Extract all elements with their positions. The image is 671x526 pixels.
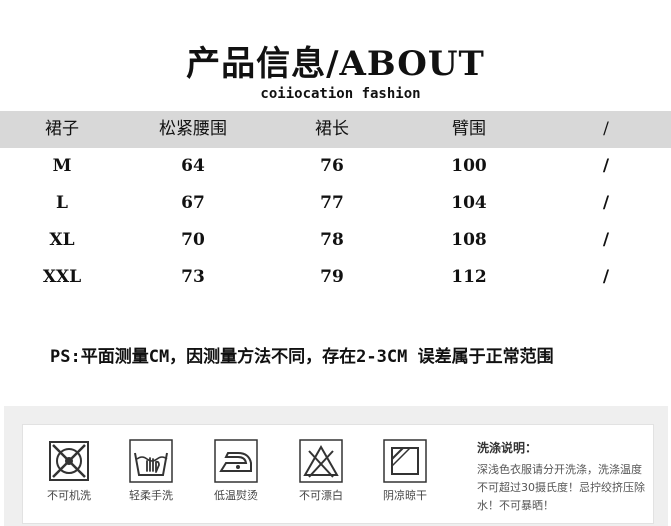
page-subtitle: coiiocation fashion <box>260 86 421 102</box>
table-cell: 104 <box>451 193 487 213</box>
header-cell: 松紧腰围 <box>159 119 227 139</box>
table-header-row: 裙子 松紧腰围 裙长 臂围 / <box>0 111 671 148</box>
care-item-no-machine-wash: 不可机洗 <box>37 439 101 503</box>
table-cell: 70 <box>181 230 205 250</box>
no-machine-wash-icon <box>49 441 89 481</box>
table-cell: M <box>52 156 72 176</box>
table-cell: 76 <box>320 156 344 176</box>
care-item-low-iron: 低温熨烫 <box>204 439 268 503</box>
table-cell: / <box>602 193 610 213</box>
care-label: 轻柔手洗 <box>129 489 173 502</box>
header-cell: 臂围 <box>452 119 486 139</box>
table-cell: 67 <box>181 193 205 213</box>
low-iron-icon <box>214 439 258 483</box>
care-label: 不可机洗 <box>47 489 91 502</box>
table-cell: / <box>602 267 610 287</box>
page-title: 产品信息/ABOUT <box>186 44 485 84</box>
table-cell: 77 <box>320 193 344 213</box>
table-cell: 79 <box>320 267 344 287</box>
table-cell: 108 <box>451 230 487 250</box>
size-table: 裙子 松紧腰围 裙长 臂围 / M 64 76 100 / L 67 77 10… <box>0 111 671 296</box>
no-bleach-icon <box>299 439 343 483</box>
table-row: XXL 73 79 112 / <box>0 259 671 296</box>
table-row: XL 70 78 108 / <box>0 222 671 259</box>
care-card: 不可机洗 轻柔手洗 低温熨烫 不可漂白 阴凉晾干 洗涤说明： 深浅色衣服请分开洗… <box>22 424 654 524</box>
header-cell: 裙子 <box>45 119 79 139</box>
header-cell: 裙长 <box>315 119 349 139</box>
care-panel: 不可机洗 轻柔手洗 低温熨烫 不可漂白 阴凉晾干 洗涤说明： 深浅色衣服请分开洗… <box>4 406 668 526</box>
shade-dry-icon <box>383 439 427 483</box>
care-label: 低温熨烫 <box>214 489 258 502</box>
table-cell: / <box>602 230 610 250</box>
wash-instructions-text: 深浅色衣服请分开洗涤，洗涤温度不可超过30摄氏度！忌拧绞挤压除水！不可暴晒！ <box>477 463 645 512</box>
table-row: L 67 77 104 / <box>0 185 671 222</box>
care-item-hand-wash: 轻柔手洗 <box>119 439 183 503</box>
table-cell: 73 <box>181 267 205 287</box>
table-cell: XL <box>49 230 75 250</box>
table-cell: 112 <box>451 267 487 287</box>
table-row: M 64 76 100 / <box>0 148 671 185</box>
table-cell: 78 <box>320 230 344 250</box>
table-cell: XXL <box>42 267 82 287</box>
care-label: 不可漂白 <box>299 489 343 502</box>
table-cell: / <box>602 156 610 176</box>
table-cell: L <box>56 193 68 213</box>
care-item-shade-dry: 阴凉晾干 <box>373 439 437 503</box>
header-cell: / <box>603 119 609 139</box>
care-label: 阴凉晾干 <box>383 489 427 502</box>
wash-instructions-title: 洗涤说明： <box>477 441 538 455</box>
table-cell: 100 <box>451 156 487 176</box>
hand-wash-icon <box>129 439 173 483</box>
care-item-no-bleach: 不可漂白 <box>289 439 353 503</box>
measurement-note: PS:平面测量CM，因测量方法不同，存在2-3CM 误差属于正常范围 <box>50 347 554 367</box>
table-cell: 64 <box>181 156 205 176</box>
